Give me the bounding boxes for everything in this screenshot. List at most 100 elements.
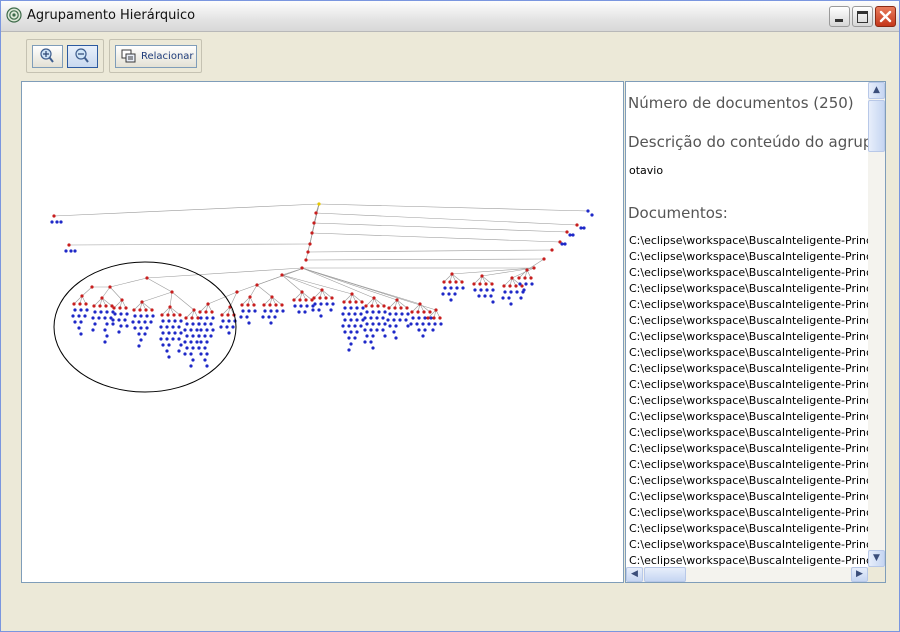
document-leaf[interactable] [97,316,101,320]
document-leaf[interactable] [55,220,59,224]
cluster-node[interactable] [226,313,230,317]
document-item[interactable]: C:\eclipse\workspace\BuscaInteligente-Pr… [629,313,868,329]
document-leaf[interactable] [227,331,231,335]
cluster-node[interactable] [92,304,96,308]
cluster-node[interactable] [170,290,174,294]
cluster-node[interactable] [399,306,403,310]
cluster-node[interactable] [248,295,252,299]
cluster-node[interactable] [432,316,436,320]
document-item[interactable]: C:\eclipse\workspace\BuscaInteligente-Pr… [629,249,868,265]
cluster-node[interactable] [292,298,296,302]
scroll-down-icon[interactable]: ▼ [868,550,885,567]
document-leaf[interactable] [133,326,137,330]
document-leaf[interactable] [297,310,301,314]
document-leaf[interactable] [365,322,369,326]
cluster-node[interactable] [235,290,239,294]
document-leaf[interactable] [205,328,209,332]
document-leaf[interactable] [165,349,169,353]
document-leaf[interactable] [119,324,123,328]
cluster-node[interactable] [342,300,346,304]
document-leaf[interactable] [167,319,171,323]
document-leaf[interactable] [105,322,109,326]
document-leaf[interactable] [353,324,357,328]
document-leaf[interactable] [111,318,115,322]
document-leaf[interactable] [231,325,235,329]
document-leaf[interactable] [392,330,396,334]
document-leaf[interactable] [145,326,149,330]
document-leaf[interactable] [185,346,189,350]
document-leaf[interactable] [303,310,307,314]
cluster-node[interactable] [484,282,488,286]
document-leaf[interactable] [383,310,387,314]
document-leaf[interactable] [189,364,193,368]
document-leaf[interactable] [415,322,419,326]
document-item[interactable]: C:\eclipse\workspace\BuscaInteligente-Pr… [629,505,868,521]
document-leaf[interactable] [293,304,297,308]
root-node[interactable] [317,202,321,206]
document-leaf[interactable] [571,233,575,237]
document-leaf[interactable] [165,337,169,341]
cluster-node[interactable] [84,302,88,306]
document-leaf[interactable] [199,352,203,356]
cluster-node[interactable] [206,302,210,306]
document-leaf[interactable] [359,324,363,328]
cluster-node[interactable] [478,282,482,286]
document-leaf[interactable] [411,316,415,320]
document-leaf[interactable] [455,286,459,290]
cluster-node[interactable] [454,280,458,284]
document-leaf[interactable] [371,346,375,350]
document-leaf[interactable] [183,352,187,356]
document-leaf[interactable] [203,346,207,350]
document-leaf[interactable] [347,312,351,316]
document-leaf[interactable] [341,312,345,316]
document-leaf[interactable] [189,328,193,332]
document-leaf[interactable] [137,332,141,336]
document-leaf[interactable] [211,328,215,332]
document-leaf[interactable] [59,220,63,224]
document-leaf[interactable] [50,220,54,224]
cluster-node[interactable] [422,310,426,314]
document-leaf[interactable] [409,322,413,326]
document-leaf[interactable] [125,312,129,316]
document-leaf[interactable] [191,322,195,326]
document-leaf[interactable] [375,328,379,332]
document-leaf[interactable] [199,340,203,344]
document-leaf[interactable] [347,324,351,328]
document-leaf[interactable] [355,318,359,322]
document-leaf[interactable] [64,249,68,253]
document-leaf[interactable] [388,312,392,316]
document-leaf[interactable] [117,330,121,334]
cluster-node[interactable] [426,316,430,320]
cluster-node[interactable] [78,302,82,306]
cluster-node[interactable] [364,304,368,308]
document-leaf[interactable] [103,340,107,344]
cluster-node[interactable] [196,316,200,320]
cluster-node[interactable] [262,303,266,307]
document-leaf[interactable] [461,286,465,290]
cluster-node[interactable] [268,303,272,307]
document-leaf[interactable] [343,306,347,310]
zoom-out-button[interactable] [67,45,98,68]
document-leaf[interactable] [195,340,199,344]
cluster-node[interactable] [310,231,314,235]
cluster-node[interactable] [172,313,176,317]
document-leaf[interactable] [171,337,175,341]
scroll-left-icon[interactable]: ◀ [626,567,643,582]
document-leaf[interactable] [449,286,453,290]
document-leaf[interactable] [191,334,195,338]
cluster-node[interactable] [354,300,358,304]
cluster-node[interactable] [255,283,259,287]
cluster-node[interactable] [434,308,438,312]
cluster-node[interactable] [118,306,122,310]
document-leaf[interactable] [485,288,489,292]
cluster-node[interactable] [370,304,374,308]
document-leaf[interactable] [247,321,251,325]
document-leaf[interactable] [305,304,309,308]
document-leaf[interactable] [71,314,75,318]
document-leaf[interactable] [219,325,223,329]
document-leaf[interactable] [365,334,369,338]
document-leaf[interactable] [177,349,181,353]
document-leaf[interactable] [123,318,127,322]
document-leaf[interactable] [477,294,481,298]
document-leaf[interactable] [93,322,97,326]
